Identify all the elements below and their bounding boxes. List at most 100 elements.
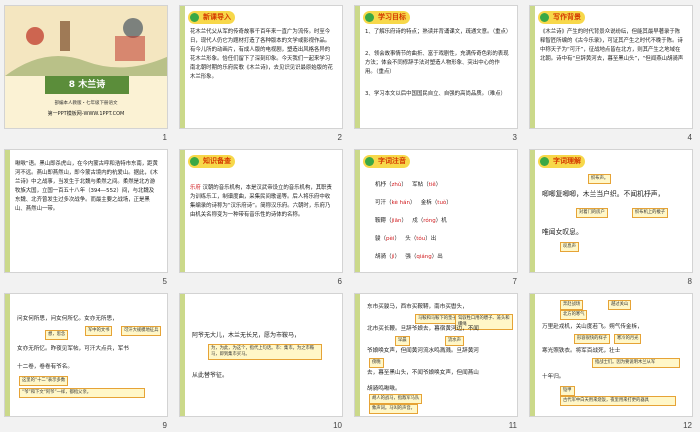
slide-number: 2	[337, 133, 342, 142]
slide-cell-10[interactable]: 阿爷无大儿，木兰无长兄，愿为市鞍马， 为，为此，为这个，指代上句话。市：集市。为…	[175, 288, 350, 432]
slide-cell-8[interactable]: 字词理解 织布声。 唧唧复唧唧，木兰当户织。不闻机杼声， 对着门的房户 织布机上…	[525, 144, 700, 288]
poem-line: 问女何所思，问女何所忆。女亦无所思，	[17, 316, 118, 322]
pinyin-row: 骏（pèi） 头（tóu）出	[375, 236, 437, 242]
word: 出	[437, 254, 443, 260]
word: 可汗	[375, 200, 387, 206]
bullet-icon	[540, 13, 549, 22]
pinyin-row: 可汗（kè hán） 金柝（tuò）	[375, 200, 452, 206]
section-tag-label: 字词注音	[378, 157, 406, 165]
slide-grid: 8 木兰诗 部编本人教版・七年级下册语文 第一PPT模板网-WWW.1PPT.C…	[0, 0, 700, 432]
slide-thumbnail[interactable]: 知识备查 乐府 汉朝的音乐机构，本是汉武帝设立的音乐机构，其职责为训练乐工，制谱…	[179, 149, 343, 273]
pinyin-row: 胡骑（jì） 强（qiáng）出	[375, 254, 443, 260]
word: 胡骑	[375, 254, 387, 260]
poem-line: 从此替爷征。	[192, 372, 229, 379]
annotation-bubble: 织布机上的梭子	[632, 208, 669, 218]
word: 机	[441, 218, 447, 224]
annotation-bubble: “爷”和下文“阿爷”一样，都指父亲。	[19, 388, 145, 398]
annotation-bubble: 对着门的房户	[576, 208, 608, 218]
slide-cell-11[interactable]: 东市买骏马，西市买鞍鞯，南市买辔头， 马鞍和马鞍下的垫子 驾驭牲口用的嚼子、笼头…	[350, 288, 525, 432]
slide-title: 8 木兰诗	[45, 76, 129, 94]
slide-thumbnail[interactable]: 啾啾”语。黑山即杀虎山，在今内蒙古呼和浩特市东南，距黄河不远。燕山即燕然山，即今…	[4, 149, 168, 273]
poem-line: 十年归。	[542, 374, 565, 380]
annotation-bubble: 早晨	[395, 336, 410, 346]
word: 骏	[375, 236, 381, 242]
slide-thumbnail[interactable]: 阿爷无大儿，木兰无长兄，愿为市鞍马， 为，为此，为这个，指代上句话。市：集市。为…	[179, 293, 343, 417]
slide-thumbnail[interactable]: 字词注音 机杼（zhù） 军帖（tiě） 可汗（kè hán） 金柝（tuò） …	[354, 149, 518, 273]
slide-cell-3[interactable]: 学习目标 1、了解乐府诗的特点；熟读并背诵课文，疏通文意。（重点） 2、领会故事…	[350, 0, 525, 144]
bullet-icon	[540, 157, 549, 166]
slide-cell-5[interactable]: 啾啾”语。黑山即杀虎山，在今内蒙古呼和浩特市东南，距黄河不远。燕山即燕然山，即今…	[0, 144, 175, 288]
poem-line: 东市买骏马，西市买鞍鞯，南市买辔头，	[367, 304, 468, 310]
section-tag: 字词注音	[363, 155, 410, 168]
annotation-bubble: 织布声。	[588, 174, 612, 184]
word: 戍	[412, 218, 418, 224]
annotation-bubble: 指战士们。因为要说明木兰从军	[592, 358, 680, 368]
word: 出	[430, 236, 437, 242]
side-bar	[355, 294, 360, 416]
slide-cell-1[interactable]: 8 木兰诗 部编本人教版・七年级下册语文 第一PPT模板网-WWW.1PPT.C…	[0, 0, 175, 144]
side-bar	[5, 150, 10, 272]
slide-cell-2[interactable]: 新课导入 花木兰代父从军的传奇故事千百年来一直广为流传。时至今日，现代人仍它为题…	[175, 0, 350, 144]
poem-line: 阿爷无大儿，木兰无长兄，愿为市鞍马，	[192, 332, 301, 339]
slide-number: 6	[337, 277, 342, 286]
annotation-bubble: 流水声	[445, 336, 464, 346]
annotation-bubble: 叹息声	[560, 242, 579, 252]
pinyin: pèi	[386, 236, 395, 242]
section-tag: 写作背景	[538, 11, 585, 24]
bullet-icon	[190, 13, 199, 22]
slide-number: 12	[683, 421, 692, 430]
slide-cell-12[interactable]: 奔赴战场 越过关山 北方的寒气 万里赴戎机，关山度若飞。朔气传金柝， 形容很快的…	[525, 288, 700, 432]
slide-source: 第一PPT模板网-WWW.1PPT.COM	[47, 111, 125, 117]
annotation-bubble: 这里的“十二”表示多数	[19, 376, 69, 386]
side-bar	[355, 6, 360, 128]
slide-thumbnail[interactable]: 写作背景 《木兰诗》产生的时代背景众说纷纭，但能其最早著录于陈释智匠所编的《古今…	[529, 5, 693, 129]
annotation-bubble: 想，思念	[45, 330, 69, 340]
side-bar	[180, 294, 185, 416]
section-tag-label: 学习目标	[378, 13, 406, 21]
slide-number: 8	[687, 277, 692, 286]
slide-cell-7[interactable]: 字词注音 机杼（zhù） 军帖（tiě） 可汗（kè hán） 金柝（tuò） …	[350, 144, 525, 288]
poem-line: 胡骑鸣啾啾。	[367, 386, 401, 392]
pinyin: qiáng	[416, 254, 432, 260]
pinyin: jiān	[391, 218, 402, 224]
poem-line: 唯闻女叹息。	[542, 228, 583, 236]
word: 机杼	[375, 182, 387, 188]
section-tag: 学习目标	[363, 11, 410, 24]
slide-thumbnail[interactable]: 字词理解 织布声。 唧唧复唧唧，木兰当户织。不闻机杼声， 对着门的房户 织布机上…	[529, 149, 693, 273]
side-bar	[5, 294, 10, 416]
slide-number: 11	[508, 421, 517, 430]
slide-thumbnail[interactable]: 新课导入 花木兰代父从军的传奇故事千百年来一直广为流传。时至今日，现代人仍它为题…	[179, 5, 343, 129]
slide-thumbnail[interactable]: 8 木兰诗 部编本人教版・七年级下册语文 第一PPT模板网-WWW.1PPT.C…	[4, 5, 168, 129]
pinyin: róng	[423, 218, 436, 224]
section-tag-label: 知识备查	[203, 157, 231, 165]
slide-thumbnail[interactable]: 问女何所思，问女何所忆。女亦无所思， 想，思念 军中的文书 可汗大规模地征兵 女…	[4, 293, 168, 417]
annotation-bubble: 军中的文书	[85, 326, 113, 336]
slide-cell-4[interactable]: 写作背景 《木兰诗》产生的时代背景众说纷纭，但能其最早著录于陈释智匠所编的《古今…	[525, 0, 700, 144]
poem-line: 万里赴戎机，关山度若飞。朔气传金柝，	[542, 324, 643, 330]
slide-cell-6[interactable]: 知识备查 乐府 汉朝的音乐机构，本是汉武帝设立的音乐机构，其职责为训练乐工，制谱…	[175, 144, 350, 288]
annotation-bubble: 古代军中白天用来烧饭，夜里用来打更的器具	[560, 396, 676, 406]
annotation-bubble: 可汗大规模地征兵	[121, 326, 162, 336]
slide-cell-9[interactable]: 问女何所思，问女何所忆。女亦无所思， 想，思念 军中的文书 可汗大规模地征兵 女…	[0, 288, 175, 432]
side-bar	[530, 6, 535, 128]
pinyin-row: 鞍鞯（jiān） 戍（róng）机	[375, 218, 447, 224]
goal-1: 1、了解乐府诗的特点；熟读并背诵课文，疏通文意。（重点）	[365, 29, 512, 35]
slide-thumbnail[interactable]: 奔赴战场 越过关山 北方的寒气 万里赴戎机，关山度若飞。朔气传金柝， 形容很快的…	[529, 293, 693, 417]
slide-thumbnail[interactable]: 东市买骏马，西市买鞍鞯，南市买辔头， 马鞍和马鞍下的垫子 驾驭牲口用的嚼子、笼头…	[354, 293, 518, 417]
section-tag-label: 新课导入	[203, 13, 231, 21]
term-head: 乐府	[190, 185, 201, 191]
side-bar	[180, 150, 185, 272]
annotation-bubble: 马鞍和马鞍下的垫子	[415, 314, 460, 324]
section-tag-label: 字词理解	[553, 157, 581, 165]
section-tag: 知识备查	[188, 155, 235, 168]
slide-thumbnail[interactable]: 学习目标 1、了解乐府诗的特点；熟读并背诵课文，疏通文意。（重点） 2、领会故事…	[354, 5, 518, 129]
slide-number: 7	[512, 277, 517, 286]
poem-line: 爷娘唤女声，但闻黄河流水鸣溅溅。旦辞黄河	[367, 348, 479, 354]
pinyin-row: 机杼（zhù） 军帖（tiě）	[375, 182, 442, 188]
goal-3: 3、学习本文以后中国国民自立、自强的高尚品质。（难点）	[365, 91, 506, 97]
side-bar	[530, 294, 535, 416]
slide-body-text: 花木兰代父从军的传奇故事千百年来一直广为流传。时至今日，现代人仍它为题材打造了各…	[190, 29, 333, 80]
slide-number: 3	[512, 133, 517, 142]
annotation-bubble: 奔赴战场	[560, 300, 584, 310]
poem-line: 寒光照铁衣。将军百战死，壮士	[542, 348, 621, 354]
